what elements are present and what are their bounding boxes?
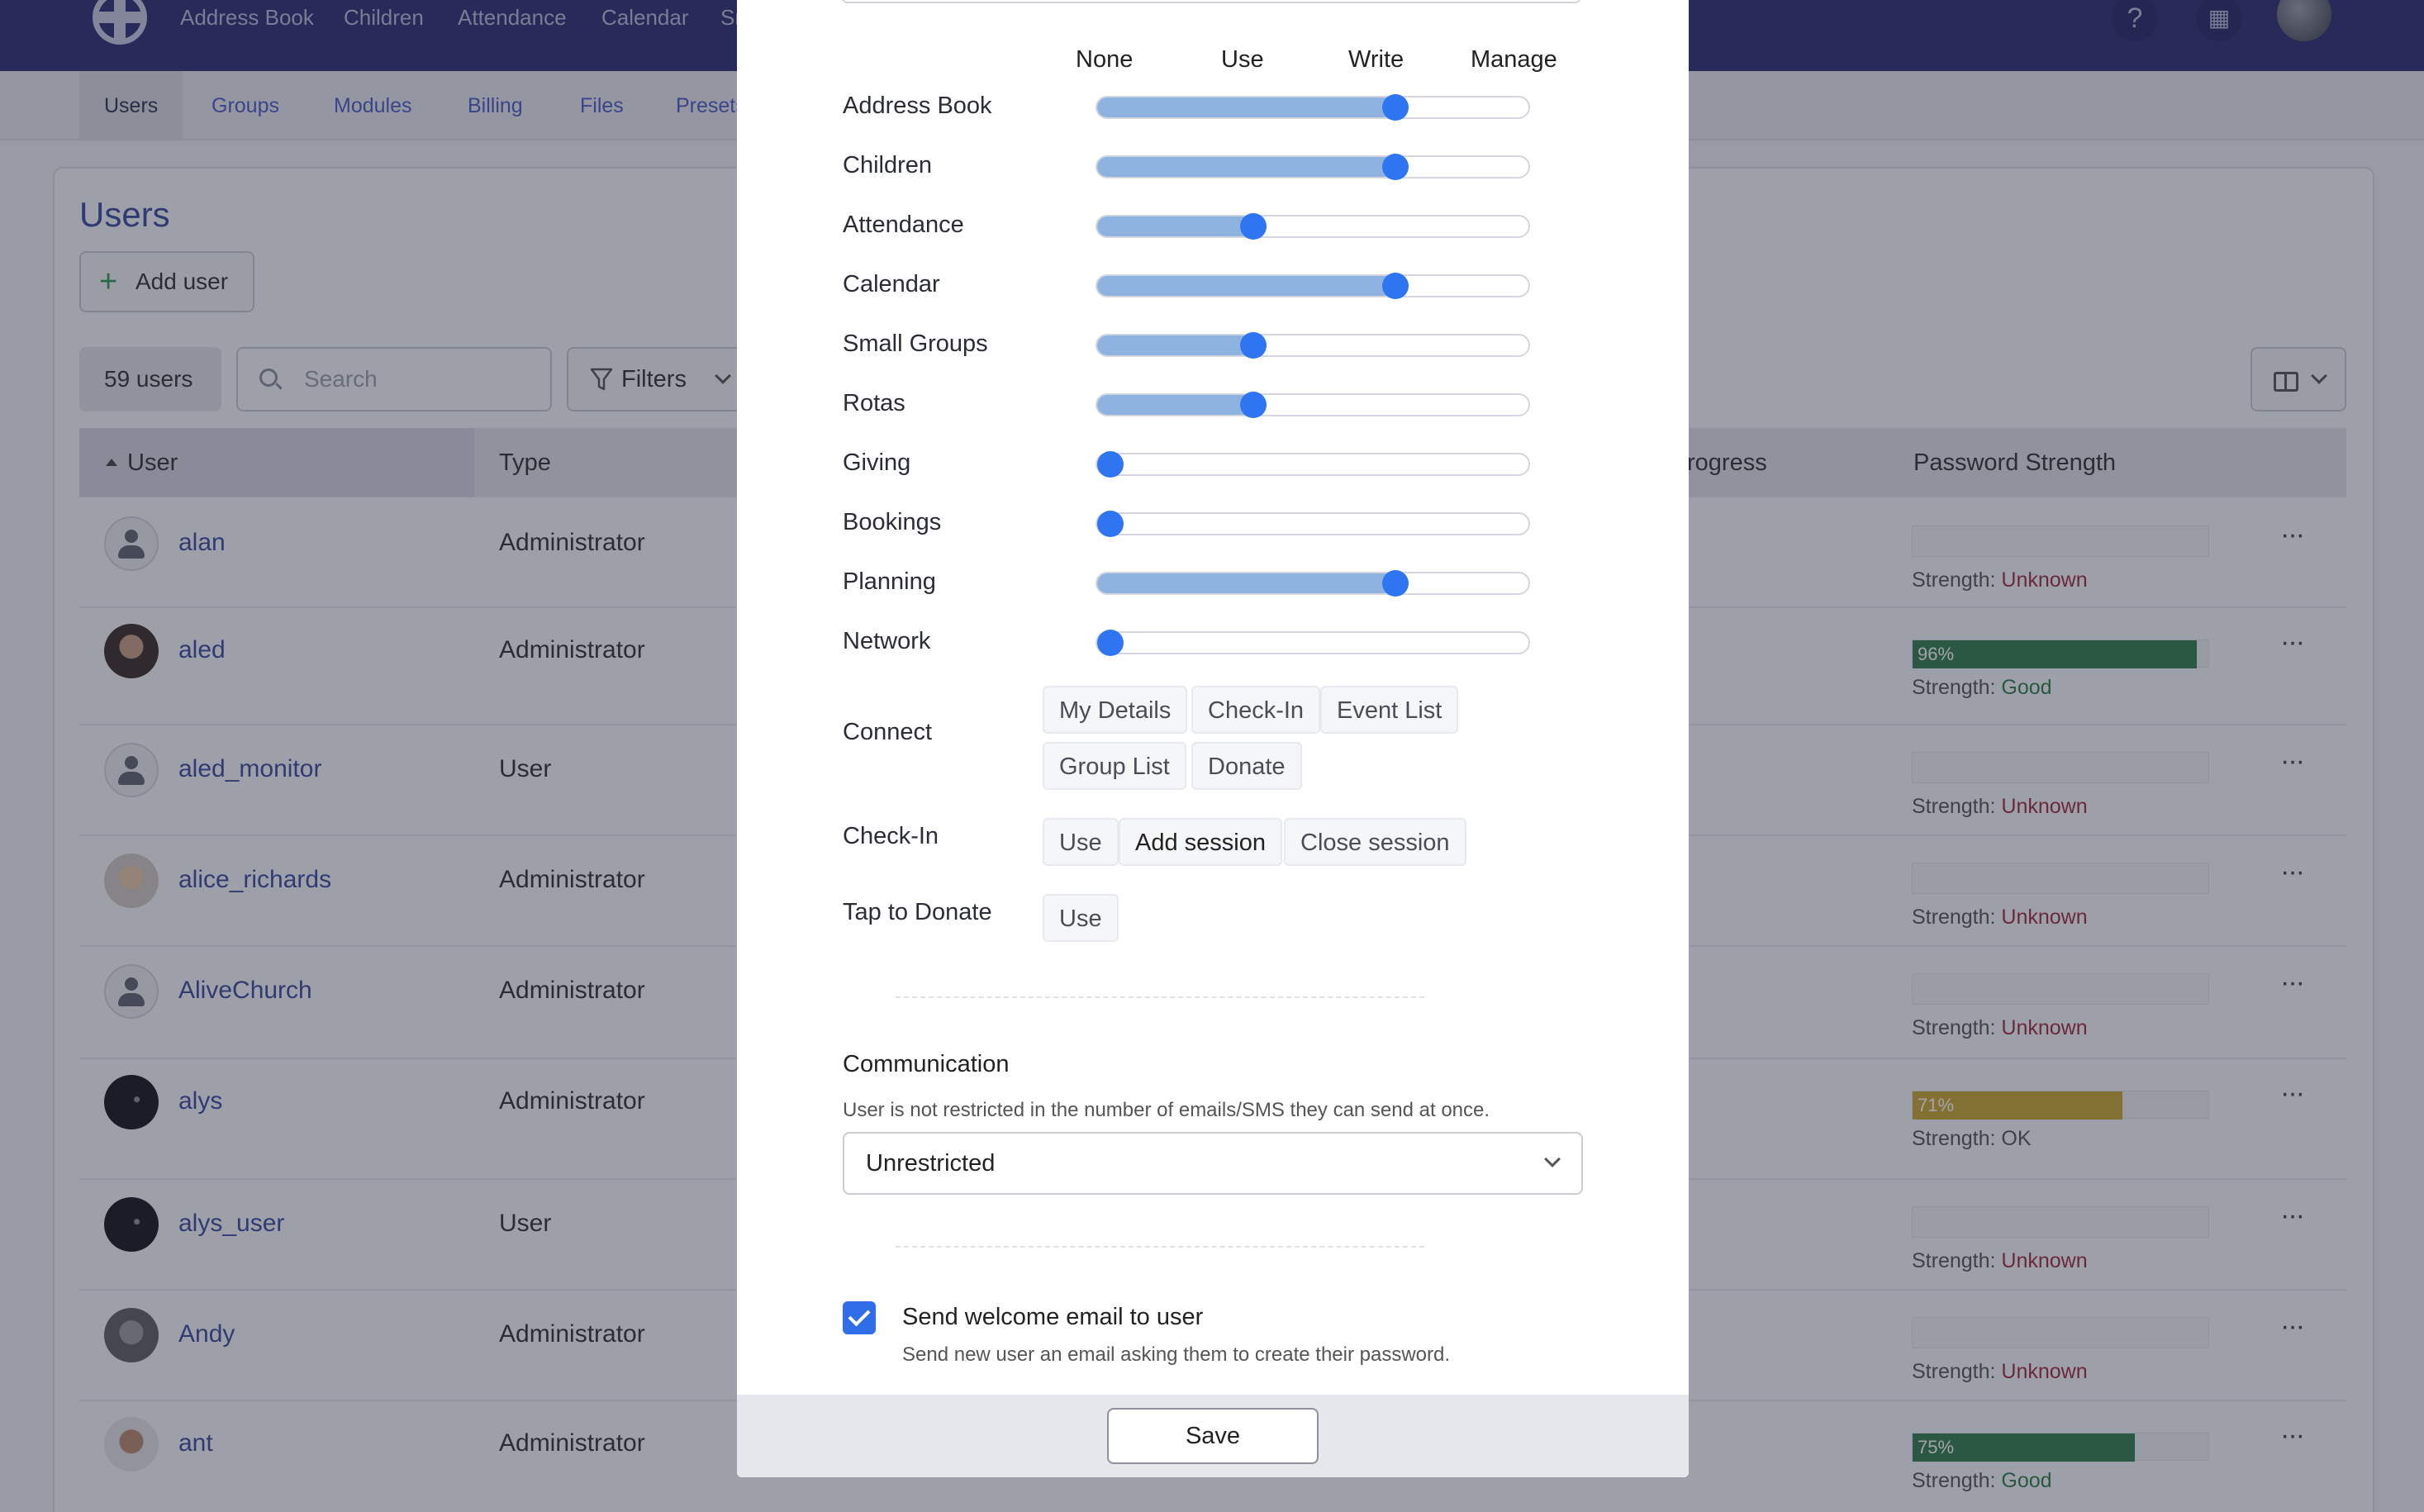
permission-label: Address Book xyxy=(843,93,992,119)
permission-slider[interactable] xyxy=(1096,94,1530,121)
permission-slider-fill xyxy=(1097,335,1260,355)
permission-slider[interactable] xyxy=(1096,630,1530,656)
permission-slider-handle[interactable] xyxy=(1097,630,1124,656)
permission-slider[interactable] xyxy=(1096,451,1530,478)
permission-label: Planning xyxy=(843,568,936,595)
permission-slider-fill xyxy=(1097,157,1403,177)
communication-select-value: Unrestricted xyxy=(866,1150,996,1177)
save-button[interactable]: Save xyxy=(1107,1408,1319,1464)
connect-option-check-in[interactable]: Check-In xyxy=(1191,686,1321,734)
permission-slider-fill xyxy=(1097,395,1260,415)
permission-slider[interactable] xyxy=(1096,570,1530,597)
permission-label: Rotas xyxy=(843,390,905,416)
level-header-write: Write xyxy=(1348,46,1404,73)
modal-footer: Save xyxy=(737,1395,1689,1477)
permission-slider[interactable] xyxy=(1096,273,1530,299)
tap-to-donate-label: Tap to Donate xyxy=(843,899,992,925)
permission-slider[interactable] xyxy=(1096,332,1530,359)
permission-slider-fill xyxy=(1097,216,1260,236)
welcome-email-label[interactable]: Send welcome email to user xyxy=(902,1304,1203,1331)
permission-slider-handle[interactable] xyxy=(1382,273,1409,299)
permission-slider-handle[interactable] xyxy=(1382,154,1409,180)
level-header-none: None xyxy=(1076,46,1134,73)
divider xyxy=(896,1246,1424,1248)
permission-label: Bookings xyxy=(843,509,942,535)
permission-slider[interactable] xyxy=(1096,154,1530,180)
level-header-manage: Manage xyxy=(1471,46,1557,73)
communication-description: User is not restricted in the number of … xyxy=(843,1099,1490,1121)
permission-slider-handle[interactable] xyxy=(1382,570,1409,597)
permission-label: Attendance xyxy=(843,212,964,238)
permission-slider-fill xyxy=(1097,97,1403,117)
permission-slider-fill xyxy=(1097,573,1403,593)
chevron-down-icon xyxy=(1544,1151,1561,1167)
user-permissions-modal: None Use Write Manage Address Book Childr… xyxy=(737,0,1689,1477)
permission-label: Calendar xyxy=(843,271,940,297)
checkin-option-add-session[interactable]: Add session xyxy=(1119,818,1282,866)
permission-slider-handle[interactable] xyxy=(1097,451,1124,478)
modal-top-field[interactable] xyxy=(841,0,1581,3)
connect-label: Connect xyxy=(843,719,933,745)
permission-slider-handle[interactable] xyxy=(1239,392,1267,418)
permission-slider-fill xyxy=(1097,276,1403,296)
connect-option-my-details[interactable]: My Details xyxy=(1043,686,1188,734)
permission-label: Network xyxy=(843,628,931,654)
permission-label: Children xyxy=(843,152,932,178)
permission-slider[interactable] xyxy=(1096,392,1530,418)
communication-select[interactable]: Unrestricted xyxy=(843,1132,1583,1195)
permission-slider-handle[interactable] xyxy=(1382,94,1409,121)
permission-slider[interactable] xyxy=(1096,213,1530,240)
connect-option-event-list[interactable]: Event List xyxy=(1320,686,1459,734)
tap-to-donate-option-use[interactable]: Use xyxy=(1043,894,1119,942)
connect-option-group-list[interactable]: Group List xyxy=(1043,742,1186,790)
level-header-use: Use xyxy=(1221,46,1264,73)
permission-label: Giving xyxy=(843,449,911,476)
permission-slider-handle[interactable] xyxy=(1239,213,1267,240)
permission-label: Small Groups xyxy=(843,330,988,357)
divider xyxy=(896,996,1424,998)
checkin-option-close-session[interactable]: Close session xyxy=(1284,818,1466,866)
communication-title: Communication xyxy=(843,1051,1010,1077)
checkin-label: Check-In xyxy=(843,823,939,849)
welcome-email-description: Send new user an email asking them to cr… xyxy=(902,1343,1451,1366)
welcome-email-checkbox[interactable] xyxy=(843,1301,876,1334)
permission-slider[interactable] xyxy=(1096,511,1530,537)
connect-option-donate[interactable]: Donate xyxy=(1191,742,1302,790)
permission-slider-handle[interactable] xyxy=(1239,332,1267,359)
permission-slider-handle[interactable] xyxy=(1097,511,1124,537)
checkin-option-use[interactable]: Use xyxy=(1043,818,1119,866)
